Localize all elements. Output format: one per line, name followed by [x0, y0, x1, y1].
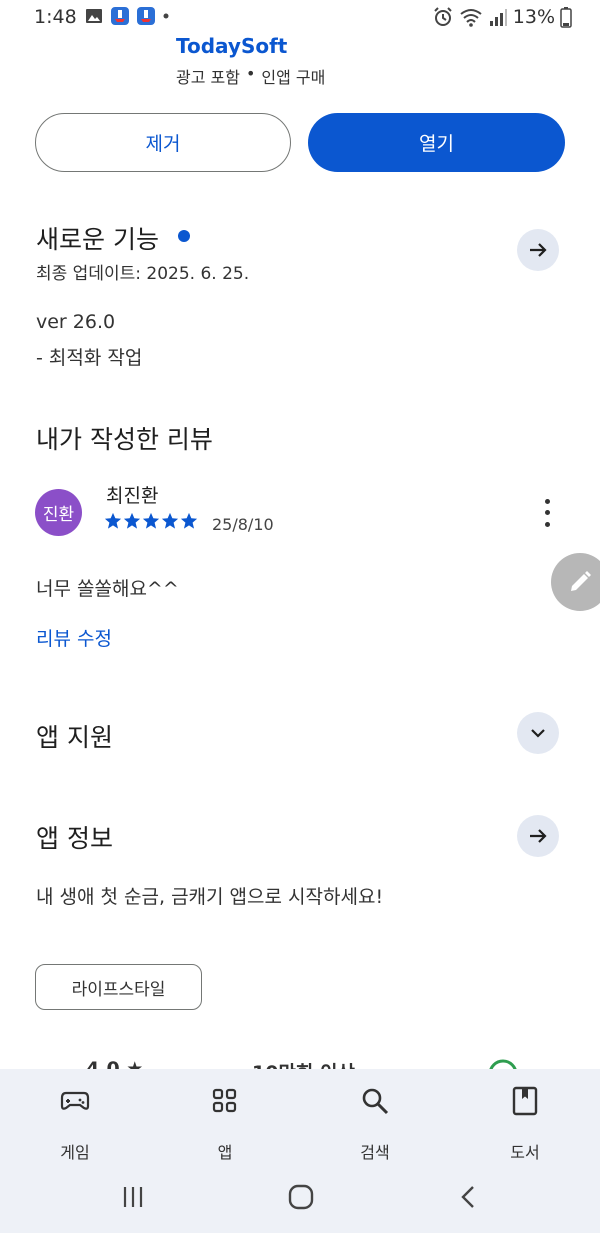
nav-label-search: 검색 — [360, 1143, 390, 1162]
edit-review-link[interactable]: 리뷰 수정 — [36, 624, 112, 651]
app-notification-icon — [137, 7, 155, 25]
apps-grid-icon — [212, 1085, 238, 1117]
category-chip[interactable]: 라이프스타일 — [35, 964, 202, 1010]
meta-separator: • — [245, 64, 256, 83]
notification-icons — [84, 6, 170, 26]
battery-percent: 13% — [512, 6, 555, 28]
recent-apps-icon[interactable] — [120, 1184, 146, 1210]
bottom-navigation: 게임 앱 검색 도서 — [0, 1069, 600, 1164]
edit-review-fab[interactable] — [551, 553, 600, 611]
star-icon — [104, 512, 122, 529]
book-icon — [512, 1085, 538, 1117]
app-support-title[interactable]: 앱 지원 — [36, 718, 113, 754]
battery-icon — [560, 7, 572, 28]
in-app-purchases-label: 인앱 구매 — [261, 68, 326, 87]
alarm-icon — [434, 7, 452, 26]
developer-name[interactable]: TodaySoft — [176, 34, 287, 58]
status-time: 1:48 — [34, 6, 77, 28]
gallery-icon — [86, 9, 102, 23]
arrow-right-icon — [530, 829, 547, 843]
nav-label-apps: 앱 — [217, 1143, 233, 1162]
nav-item-books[interactable]: 도서 — [450, 1069, 600, 1164]
star-icon — [142, 512, 160, 529]
nav-item-search[interactable]: 검색 — [300, 1069, 450, 1164]
app-meta: 광고 포함 • 인앱 구매 — [176, 64, 325, 88]
uninstall-button[interactable]: 제거 — [35, 113, 291, 172]
search-icon — [361, 1085, 389, 1117]
signal-icon — [489, 9, 507, 26]
nav-label-games: 게임 — [60, 1143, 90, 1162]
review-more-options-icon[interactable] — [534, 496, 560, 530]
release-note: - 최적화 작업 — [36, 347, 143, 369]
last-updated: 최종 업데이트: 2025. 6. 25. — [36, 264, 250, 284]
back-icon[interactable] — [458, 1184, 478, 1210]
nav-item-apps[interactable]: 앱 — [150, 1069, 300, 1164]
app-info-arrow-button[interactable] — [517, 815, 559, 857]
review-text: 너무 쏠쏠해요^^ — [36, 578, 179, 600]
contains-ads-label: 광고 포함 — [176, 68, 240, 87]
new-indicator-dot — [178, 230, 190, 242]
whats-new-title: 새로운 기능 — [36, 225, 159, 254]
status-right: 13% — [432, 6, 572, 28]
home-icon[interactable] — [287, 1184, 315, 1210]
wifi-icon — [460, 9, 482, 27]
gamepad-icon — [60, 1085, 90, 1117]
app-info-title: 앱 정보 — [36, 824, 113, 853]
status-bar: 1:48 13% — [0, 0, 600, 36]
nav-label-books: 도서 — [510, 1143, 540, 1162]
star-icon — [161, 512, 179, 529]
star-icon — [180, 512, 198, 529]
star-icon — [123, 512, 141, 529]
system-navigation-bar — [0, 1164, 600, 1233]
app-notification-icon — [111, 7, 129, 25]
open-button[interactable]: 열기 — [308, 113, 565, 172]
arrow-right-icon — [530, 243, 547, 257]
reviewer-name: 최진환 — [106, 485, 159, 507]
nav-item-games[interactable]: 게임 — [0, 1069, 150, 1164]
my-review-title: 내가 작성한 리뷰 — [36, 425, 213, 454]
star-rating — [104, 512, 198, 530]
app-support-expand-button[interactable] — [517, 712, 559, 754]
avatar: 진환 — [35, 489, 82, 536]
app-description: 내 생애 첫 순금, 금캐기 앱으로 시작하세요! — [36, 886, 384, 908]
pencil-icon — [571, 571, 591, 591]
version-text: ver 26.0 — [36, 311, 116, 333]
review-date: 25/8/10 — [212, 515, 274, 534]
more-notifications-icon — [163, 13, 169, 19]
whats-new-arrow-button[interactable] — [517, 229, 559, 271]
chevron-down-icon — [531, 729, 545, 738]
